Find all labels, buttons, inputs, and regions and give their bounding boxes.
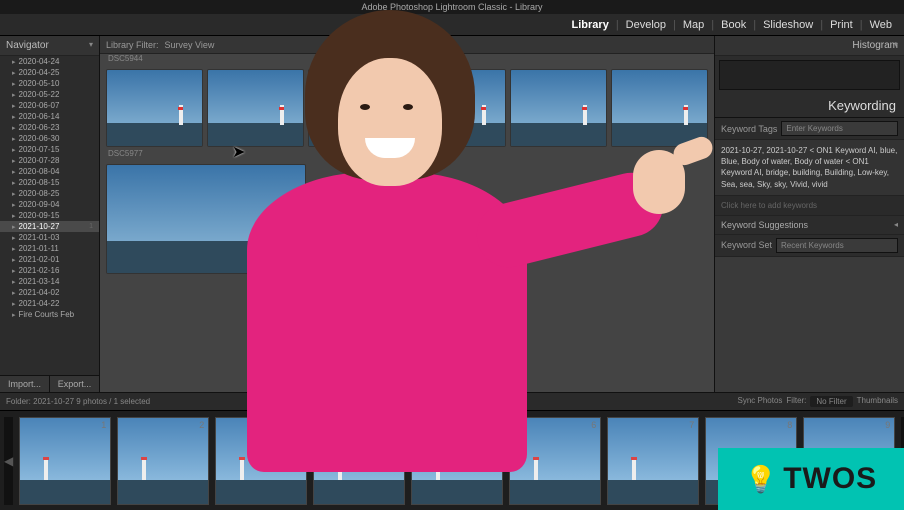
- module-develop[interactable]: Develop: [622, 19, 670, 31]
- folder-item[interactable]: 2021-02-01: [0, 254, 99, 265]
- chevron-down-icon: ▾: [894, 40, 898, 49]
- folder-item[interactable]: 2021-04-02: [0, 287, 99, 298]
- filmstrip-thumb[interactable]: 2: [117, 417, 209, 505]
- keyword-set-row: Keyword Set Recent Keywords: [715, 235, 904, 257]
- right-panel-filler: [715, 257, 904, 392]
- twos-logo-text: TWOS: [783, 462, 877, 496]
- compare-thumb[interactable]: [611, 69, 708, 147]
- folder-list[interactable]: 2020-04-242020-04-252020-05-102020-05-22…: [0, 56, 99, 375]
- group-label-2: DSC5977: [100, 149, 714, 158]
- folder-item[interactable]: 2020-04-24: [0, 56, 99, 67]
- folder-item[interactable]: 2021-01-03: [0, 232, 99, 243]
- left-panel: Navigator▾ 2020-04-242020-04-252020-05-1…: [0, 36, 100, 392]
- status-bar: Folder: 2021-10-27 9 photos / 1 selected…: [0, 392, 904, 410]
- library-filter-label: Library Filter:: [106, 40, 159, 50]
- compare-row-2: [100, 158, 714, 276]
- folder-item[interactable]: 2020-05-22: [0, 89, 99, 100]
- sync-photos-label[interactable]: Sync Photos: [737, 396, 782, 407]
- compare-thumb[interactable]: [409, 69, 506, 147]
- keywords-text[interactable]: 2021-10-27, 2021-10-27 < ON1 Keyword AI,…: [715, 140, 904, 196]
- folder-item[interactable]: 2021-10-271: [0, 221, 99, 232]
- add-keyword-input[interactable]: Click here to add keywords: [715, 196, 904, 216]
- folder-item[interactable]: 2020-09-04: [0, 199, 99, 210]
- lightbulb-icon: 💡: [745, 464, 777, 495]
- module-picker: Library| Develop| Map| Book| Slideshow| …: [0, 14, 904, 36]
- export-button[interactable]: Export...: [50, 376, 99, 392]
- filmstrip-thumb[interactable]: 6: [509, 417, 601, 505]
- import-export-bar: Import... Export...: [0, 375, 99, 392]
- library-filter-bar[interactable]: Library Filter: Survey View: [100, 36, 714, 54]
- keyword-tags-label: Keyword Tags: [721, 124, 777, 134]
- status-info: Folder: 2021-10-27 9 photos / 1 selected: [6, 397, 150, 406]
- folder-item[interactable]: 2020-04-25: [0, 67, 99, 78]
- folder-item[interactable]: 2021-03-14: [0, 276, 99, 287]
- folder-item[interactable]: 2021-01-11: [0, 243, 99, 254]
- module-book[interactable]: Book: [717, 19, 750, 31]
- keyword-set-dropdown[interactable]: Recent Keywords: [776, 238, 898, 253]
- folder-item[interactable]: 2020-08-15: [0, 177, 99, 188]
- chevron-left-icon: ◂: [894, 220, 898, 229]
- folder-item[interactable]: 2020-05-10: [0, 78, 99, 89]
- folder-item[interactable]: 2020-09-15: [0, 210, 99, 221]
- compare-thumb[interactable]: [207, 69, 304, 147]
- keyword-set-label: Keyword Set: [721, 240, 772, 250]
- center-content: Library Filter: Survey View DSC5944 DSC5…: [100, 36, 714, 392]
- no-filter-button[interactable]: No Filter: [810, 396, 852, 407]
- compare-thumb[interactable]: [308, 69, 405, 147]
- module-library[interactable]: Library: [568, 19, 613, 31]
- filter-label: Filter:: [786, 396, 806, 407]
- module-slideshow[interactable]: Slideshow: [759, 19, 817, 31]
- keyword-tags-row: Keyword Tags Enter Keywords: [715, 118, 904, 140]
- twos-logo-overlay: 💡 TWOS: [718, 448, 904, 510]
- filmstrip-thumb[interactable]: 5: [411, 417, 503, 505]
- filmstrip-thumb[interactable]: 7: [607, 417, 699, 505]
- folder-item[interactable]: 2020-06-23: [0, 122, 99, 133]
- module-print[interactable]: Print: [826, 19, 857, 31]
- filmstrip-thumb[interactable]: 4: [313, 417, 405, 505]
- right-panel: Histogram▾ Keywording Keyword Tags Enter…: [714, 36, 904, 392]
- folder-item[interactable]: 2020-08-04: [0, 166, 99, 177]
- compare-thumb[interactable]: [106, 164, 306, 274]
- folder-item[interactable]: 2021-04-22: [0, 298, 99, 309]
- group-label-1: DSC5944: [100, 54, 714, 63]
- window-titlebar: Adobe Photoshop Lightroom Classic - Libr…: [0, 0, 904, 14]
- folder-item[interactable]: 2021-02-16: [0, 265, 99, 276]
- histogram-graph: [719, 60, 900, 90]
- module-web[interactable]: Web: [866, 19, 896, 31]
- compare-thumb[interactable]: [510, 69, 607, 147]
- survey-view-label: Survey View: [165, 40, 215, 50]
- folder-item[interactable]: 2020-07-28: [0, 155, 99, 166]
- thumbnails-label: Thumbnails: [857, 396, 898, 407]
- navigator-header[interactable]: Navigator▾: [0, 36, 99, 56]
- keyword-tags-dropdown[interactable]: Enter Keywords: [781, 121, 898, 136]
- folder-item[interactable]: 2020-08-25: [0, 188, 99, 199]
- main-area: Navigator▾ 2020-04-242020-04-252020-05-1…: [0, 36, 904, 392]
- folder-item[interactable]: 2020-06-30: [0, 133, 99, 144]
- folder-item[interactable]: 2020-06-07: [0, 100, 99, 111]
- module-map[interactable]: Map: [679, 19, 708, 31]
- compare-row-1: [100, 63, 714, 149]
- filmstrip-thumb[interactable]: 1: [19, 417, 111, 505]
- folder-item[interactable]: Fire Courts Feb: [0, 309, 99, 320]
- import-button[interactable]: Import...: [0, 376, 50, 392]
- filmstrip-prev-button[interactable]: ◀: [4, 417, 13, 505]
- histogram-header[interactable]: Histogram▾: [715, 36, 904, 56]
- keyword-suggestions-header[interactable]: Keyword Suggestions◂: [715, 216, 904, 235]
- filmstrip-thumb[interactable]: 3: [215, 417, 307, 505]
- folder-item[interactable]: 2020-07-15: [0, 144, 99, 155]
- chevron-down-icon: ▾: [89, 40, 93, 49]
- folder-item[interactable]: 2020-06-14: [0, 111, 99, 122]
- compare-thumb[interactable]: [106, 69, 203, 147]
- keywording-header[interactable]: Keywording: [715, 94, 904, 118]
